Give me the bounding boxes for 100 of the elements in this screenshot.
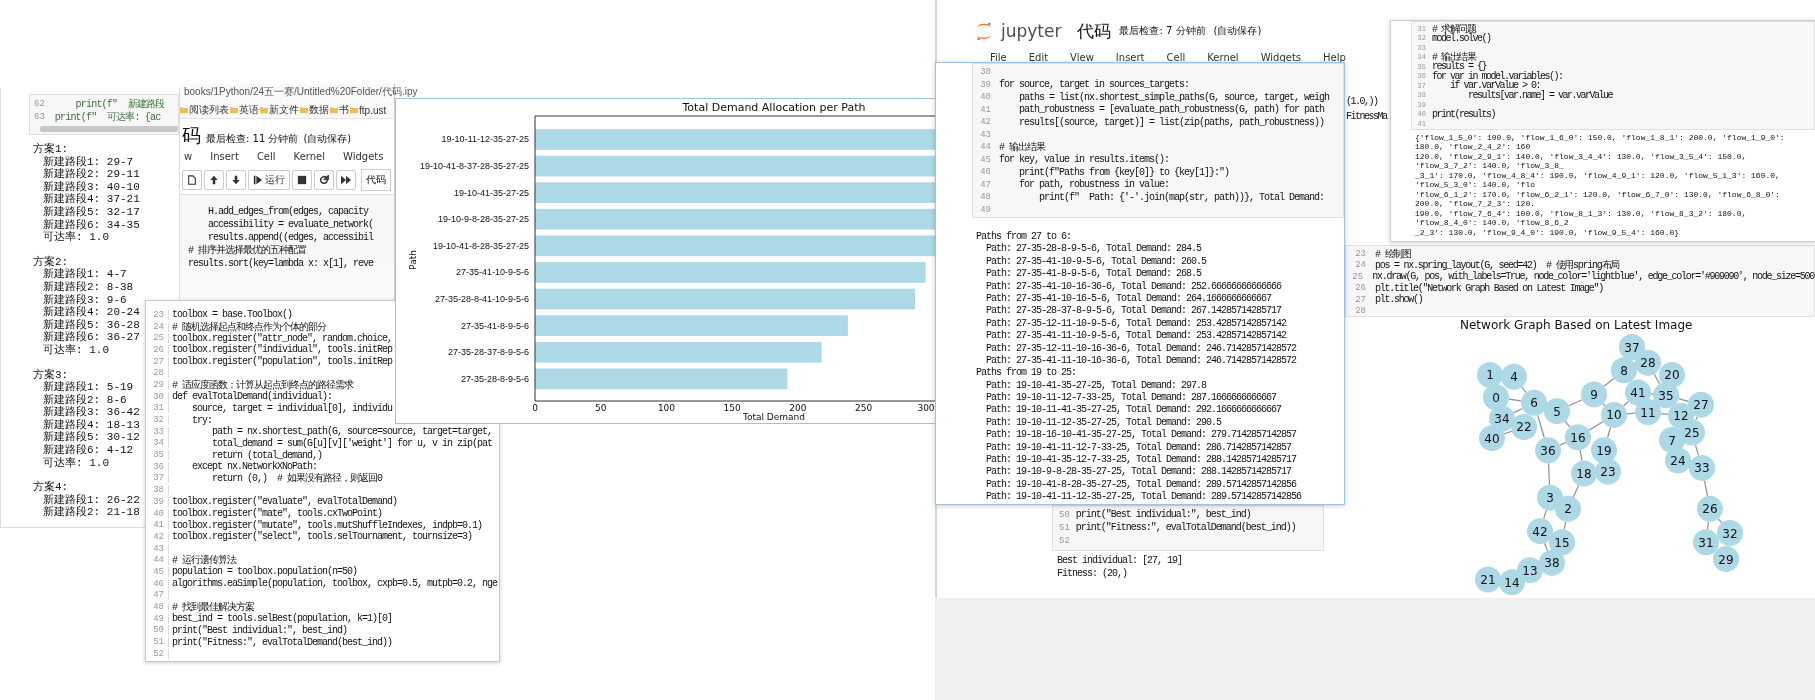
code-line: toolbox.register("evaluate", evalTotalDemand) — [172, 496, 398, 508]
toolbar-button[interactable] — [226, 170, 246, 190]
menu-item[interactable]: Cell — [1166, 52, 1186, 63]
graph-node: 36 — [1535, 437, 1561, 464]
output-line: 新建路段2: 8-38 — [43, 280, 134, 294]
bookmark-link[interactable]: 数据 — [300, 103, 329, 117]
tick-label: 19-10-11-12-35-27-25 — [441, 134, 529, 145]
toolbar-button[interactable] — [314, 170, 334, 190]
axis-label: Total Demand — [743, 412, 805, 422]
toolbar-button[interactable] — [336, 170, 356, 190]
code-line: nx.draw(G, pos, with_labels=True, node_color='lightblue', edge_color='#909090', node_size=500 — [1372, 271, 1814, 283]
line-number: 43 — [148, 543, 169, 554]
notebook-title[interactable]: 代码 — [1077, 19, 1112, 43]
notebook-title[interactable]: 码 — [182, 123, 201, 149]
graph-edge — [1559, 441, 1567, 446]
output-line: 新建路段4: 20-24 — [43, 306, 140, 319]
output-line: 新建路段4: 18-13 — [43, 418, 140, 431]
line-number: 43 — [979, 129, 991, 140]
code-line: toolbox.register("individual", tools.initRep — [172, 344, 393, 356]
bookmark-link[interactable]: 阅读列表 — [180, 103, 229, 117]
output-line: Path: 27-35-41-8-9-5-6, Total Demand: 268.5 — [985, 268, 1202, 280]
output-line: Fitness: (20,) — [1057, 568, 1128, 579]
graph-edge — [1503, 430, 1513, 435]
code-line: best_ind = tools.selBest(population, k=1)[0] — [172, 613, 393, 625]
line-number: 52 — [1059, 535, 1070, 546]
menu-item[interactable]: Widgets — [343, 151, 384, 166]
graph-edge — [1563, 521, 1567, 531]
graph-edge — [1547, 462, 1551, 486]
line-number: 34 — [148, 438, 169, 449]
menu-item[interactable]: Kernel — [1207, 52, 1239, 63]
toolbar-button[interactable] — [182, 170, 202, 190]
address-bar[interactable]: books/1Python/24五一赛/Untitled%20Folder/代码.ipy — [180, 84, 418, 98]
line-number: 41 — [979, 104, 991, 115]
output-line: 新建路段4: 37-21 — [43, 193, 140, 206]
graph-edge — [1544, 542, 1548, 552]
bookmark-link[interactable]: ftp.ust — [350, 104, 387, 116]
tick-label: 150 — [723, 403, 741, 413]
cell-type-dropdown[interactable]: 代码 — [361, 169, 391, 191]
output-line: Path: 27-35-41-10-16-36-6, Total Demand: 252.66666666666666 — [985, 280, 1282, 292]
output-line: 'flow_6_1_2': 170.0, 'flow_6_2_1': 120.0, 'flow_6_7_0': 130.0, 'flow_6_8_0': 200.0, 'flow_7_2_3': 120. — [1415, 189, 1781, 209]
output-line: 190.0, 'flow_7_6_4': 100.0, 'flow_8_1_3': 130.0, 'flow_8_3_2': 180.0, 'flow_8_4_0': 140.0, 'flow_8_6_2 — [1415, 208, 1748, 228]
graph-edge — [1694, 444, 1700, 456]
code-fragment: (1.0,)) — [1346, 96, 1379, 107]
document-icon — [187, 175, 197, 185]
output-line: Path: 27-35-28-8-9-5-6, Total Demand: 284.5 — [985, 243, 1202, 255]
scrollbar[interactable] — [40, 126, 178, 132]
line-number: 27 — [1354, 294, 1366, 305]
toolbar-button[interactable] — [204, 170, 224, 190]
graph-node: 31 — [1693, 529, 1719, 556]
tick-label: 200 — [789, 403, 807, 413]
line-number: 52 — [148, 648, 169, 659]
graph-node: 29 — [1713, 546, 1739, 573]
menu-item[interactable]: File — [990, 52, 1007, 63]
code-line: path_robustness = [evaluate_path_robustness(G, path) for path — [1018, 104, 1325, 116]
run-button[interactable]: 运行 — [248, 170, 290, 190]
code-line: H.add_edges_from(edges, capacity — [207, 206, 369, 217]
graph-node: 11 — [1635, 399, 1661, 426]
menu-item[interactable]: Help — [1323, 52, 1346, 63]
graph-node: 18 — [1571, 460, 1597, 487]
code-line: print(f"Paths from {key[0]} to {key[1]}:") — [1018, 166, 1230, 178]
menu-item[interactable]: Cell — [256, 151, 276, 166]
line-number: 24 — [1354, 260, 1366, 271]
menu-item[interactable]: Kernel — [293, 151, 325, 166]
menu-item[interactable]: View — [1070, 52, 1094, 63]
menu-item[interactable]: Widgets — [1260, 52, 1302, 63]
graph-node: 22 — [1511, 414, 1537, 440]
bookmark-link[interactable]: 英语 — [230, 103, 259, 117]
menu-item[interactable]: w — [184, 151, 193, 166]
menu-item[interactable]: Insert — [1115, 52, 1145, 63]
tick-label: 27-35-28-8-9-5-6 — [460, 373, 529, 384]
code-line: print(results) — [1432, 108, 1495, 120]
line-number: 50 — [148, 625, 169, 636]
code-line: source, target = individual[0], individu — [191, 402, 393, 414]
output-line: _3_1': 170.0, 'flow_4_8_4': 190.0, 'flow_4_9_1': 120.0, 'flow_5_1_3': 160.0, 'flow_5_3_0': 140.0, 'flo — [1415, 170, 1781, 190]
tick-label: 50 — [595, 403, 607, 413]
folder-icon — [230, 106, 238, 114]
line-number: 29 — [148, 379, 169, 390]
line-number: 39 — [979, 79, 991, 90]
tick-label: 0 — [532, 403, 538, 413]
bookmark-link[interactable]: 书 — [330, 103, 349, 117]
line-number: 23 — [148, 309, 169, 320]
line-number: 50 — [1059, 509, 1070, 520]
graph-title: Network Graph Based on Latest Image — [1460, 318, 1693, 332]
bookmark-link[interactable]: 新文件 — [260, 103, 299, 117]
output-line: Path: 19-10-11-12-7-33-25, Total Demand: 287.1666666666667 — [985, 392, 1277, 404]
output-line: 新建路段3: 36-42 — [43, 406, 140, 419]
output-line: Path: 27-35-12-11-10-9-5-6, Total Demand: 253.42857142857142 — [985, 317, 1287, 329]
toolbar-button[interactable] — [292, 170, 312, 190]
menu-item[interactable]: Insert — [210, 151, 239, 166]
menu-item[interactable]: Edit — [1028, 52, 1049, 63]
code-line: print(f" 可达率: {ac — [54, 110, 161, 124]
output-line: Paths from 19 to 25: — [976, 367, 1077, 379]
output-line: Path: 19-10-11-41-35-27-25, Total Demand: 292.1666666666667 — [985, 404, 1282, 416]
output-line: Path: 27-35-41-11-10-9-5-6, Total Demand: 253.42857142857142 — [985, 330, 1287, 342]
code-line: # 绘制图 — [1375, 247, 1411, 260]
line-number: 40 — [148, 508, 169, 519]
tick-label: 19-10-41-8-37-28-35-27-25 — [419, 161, 529, 171]
line-number: 38 — [148, 485, 169, 496]
code-line: results[var.name] = var.varValue — [1467, 89, 1613, 101]
orbit-logo-icon — [975, 21, 993, 41]
